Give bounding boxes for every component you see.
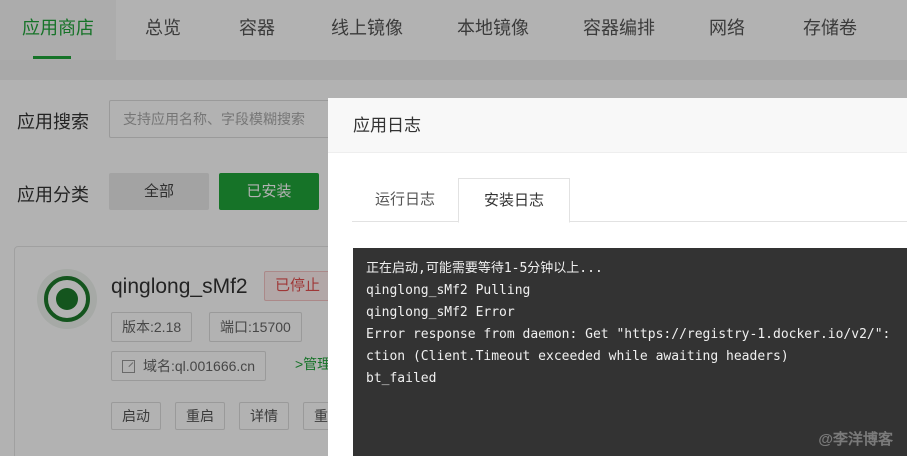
watermark: @李洋博客 (818, 431, 893, 448)
log-line: ction (Client.Timeout exceeded while awa… (366, 349, 789, 364)
log-tabs: 运行日志 安装日志 (352, 178, 907, 223)
app-log-modal: 应用日志 运行日志 安装日志 正在启动,可能需要等待1-5分钟以上... qing… (328, 98, 907, 456)
log-line: bt_failed (366, 371, 437, 386)
modal-title: 应用日志 (328, 98, 907, 153)
tab-install-log[interactable]: 安装日志 (458, 178, 570, 223)
log-line: qinglong_sMf2 Error (366, 305, 515, 320)
tab-run-log[interactable]: 运行日志 (352, 178, 458, 223)
log-line: 正在启动,可能需要等待1-5分钟以上... (366, 261, 603, 276)
log-line: Error response from daemon: Get "https:/… (366, 327, 891, 342)
log-console: 正在启动,可能需要等待1-5分钟以上... qinglong_sMf2 Pulli… (353, 248, 907, 456)
log-line: qinglong_sMf2 Pulling (366, 283, 531, 298)
